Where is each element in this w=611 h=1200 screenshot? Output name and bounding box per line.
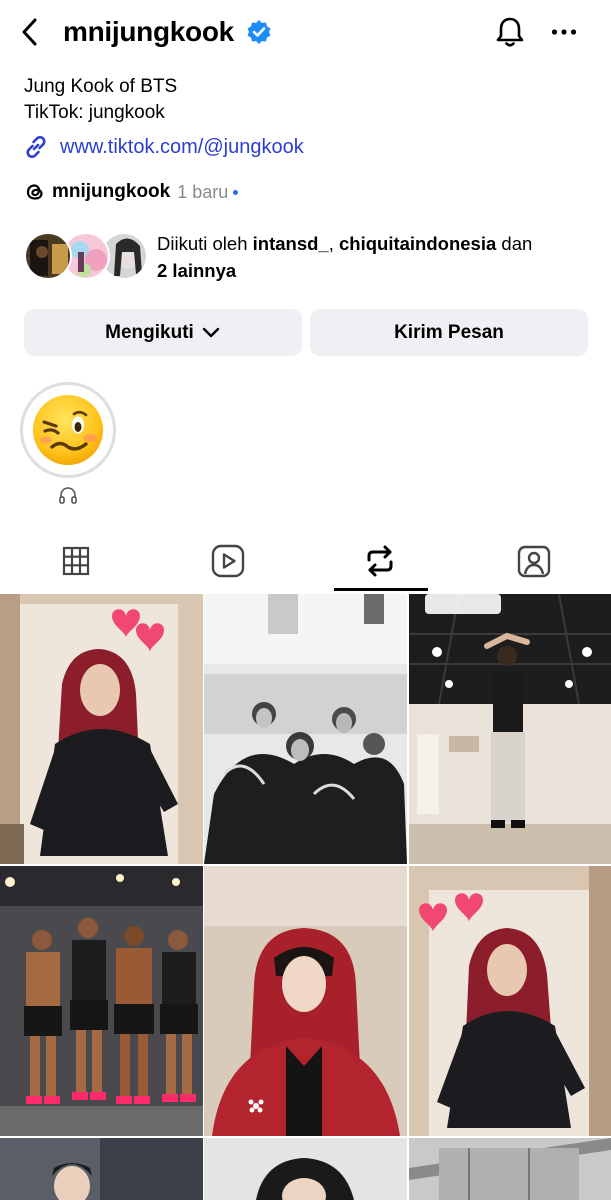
headphones-icon bbox=[59, 487, 77, 504]
bio-link[interactable]: www.tiktok.com/@jungkook bbox=[22, 132, 304, 162]
mutual-follower-2: chiquitaindonesia bbox=[339, 233, 497, 254]
grid-thumbnail[interactable] bbox=[204, 866, 407, 1136]
bio-line-name: Jung Kook of BTS bbox=[24, 76, 178, 97]
link-icon bbox=[26, 135, 46, 159]
threads-new-count: 1 baru bbox=[177, 181, 229, 202]
profile-header: mnijungkook bbox=[0, 0, 611, 64]
more-options-button[interactable] bbox=[546, 12, 582, 52]
bio-line-tiktok: TikTok: jungkook bbox=[24, 102, 165, 123]
more-icon bbox=[551, 29, 577, 35]
send-message-button[interactable]: Kirim Pesan bbox=[310, 309, 588, 356]
grid-thumbnail[interactable] bbox=[0, 866, 203, 1136]
active-tab-indicator bbox=[334, 588, 428, 591]
bell-icon bbox=[496, 17, 524, 47]
chevron-down-icon bbox=[202, 327, 220, 337]
avatar bbox=[24, 232, 72, 280]
followed-separator: , bbox=[328, 233, 339, 254]
bio-link-text[interactable]: www.tiktok.com/@jungkook bbox=[60, 136, 304, 159]
tagged-icon bbox=[517, 545, 551, 578]
followed-prefix: Diikuti oleh bbox=[157, 233, 253, 254]
mutual-followers-text: Diikuti oleh intansd_, chiquitaindonesia… bbox=[157, 230, 597, 284]
woozy-face-icon bbox=[33, 395, 103, 465]
back-arrow-icon bbox=[22, 18, 37, 46]
threads-badge[interactable]: mnijungkook 1 baru bbox=[24, 178, 239, 206]
threads-new-dot bbox=[233, 189, 239, 195]
reels-icon bbox=[211, 544, 245, 578]
mutual-follower-1: intansd_ bbox=[252, 233, 329, 254]
profile-bio: Jung Kook of BTS TikTok: jungkook bbox=[24, 74, 177, 126]
send-message-label: Kirim Pesan bbox=[394, 321, 504, 343]
repost-grid bbox=[0, 594, 611, 1200]
profile-username: mnijungkook bbox=[63, 16, 234, 47]
followed-conjunction: dan bbox=[496, 233, 533, 254]
tab-tagged[interactable] bbox=[458, 530, 610, 592]
grid-thumbnail[interactable] bbox=[409, 594, 611, 864]
tab-reels[interactable] bbox=[152, 530, 304, 592]
threads-username: mnijungkook bbox=[52, 181, 171, 202]
following-button[interactable]: Mengikuti bbox=[24, 309, 302, 356]
tab-reposts[interactable] bbox=[304, 530, 456, 592]
grid-thumbnail[interactable] bbox=[0, 1138, 203, 1200]
story-highlight[interactable] bbox=[20, 382, 116, 478]
mutual-avatars bbox=[24, 232, 148, 282]
grid-thumbnail[interactable] bbox=[0, 594, 203, 864]
mutual-followers[interactable]: Diikuti oleh intansd_, chiquitaindonesia… bbox=[24, 230, 604, 284]
tab-posts[interactable] bbox=[0, 530, 152, 592]
following-button-label: Mengikuti bbox=[105, 321, 194, 343]
notifications-button[interactable] bbox=[490, 12, 530, 52]
profile-tabs bbox=[0, 530, 611, 592]
grid-icon bbox=[62, 546, 90, 576]
repost-icon bbox=[367, 545, 393, 577]
grid-thumbnail[interactable] bbox=[409, 866, 611, 1136]
back-button[interactable] bbox=[14, 14, 46, 50]
verified-badge-icon bbox=[247, 20, 271, 44]
grid-thumbnail[interactable] bbox=[204, 1138, 407, 1200]
grid-thumbnail[interactable] bbox=[409, 1138, 611, 1200]
mutual-followers-others: 2 lainnya bbox=[157, 260, 237, 281]
threads-icon bbox=[26, 184, 43, 200]
grid-thumbnail[interactable] bbox=[204, 594, 407, 864]
